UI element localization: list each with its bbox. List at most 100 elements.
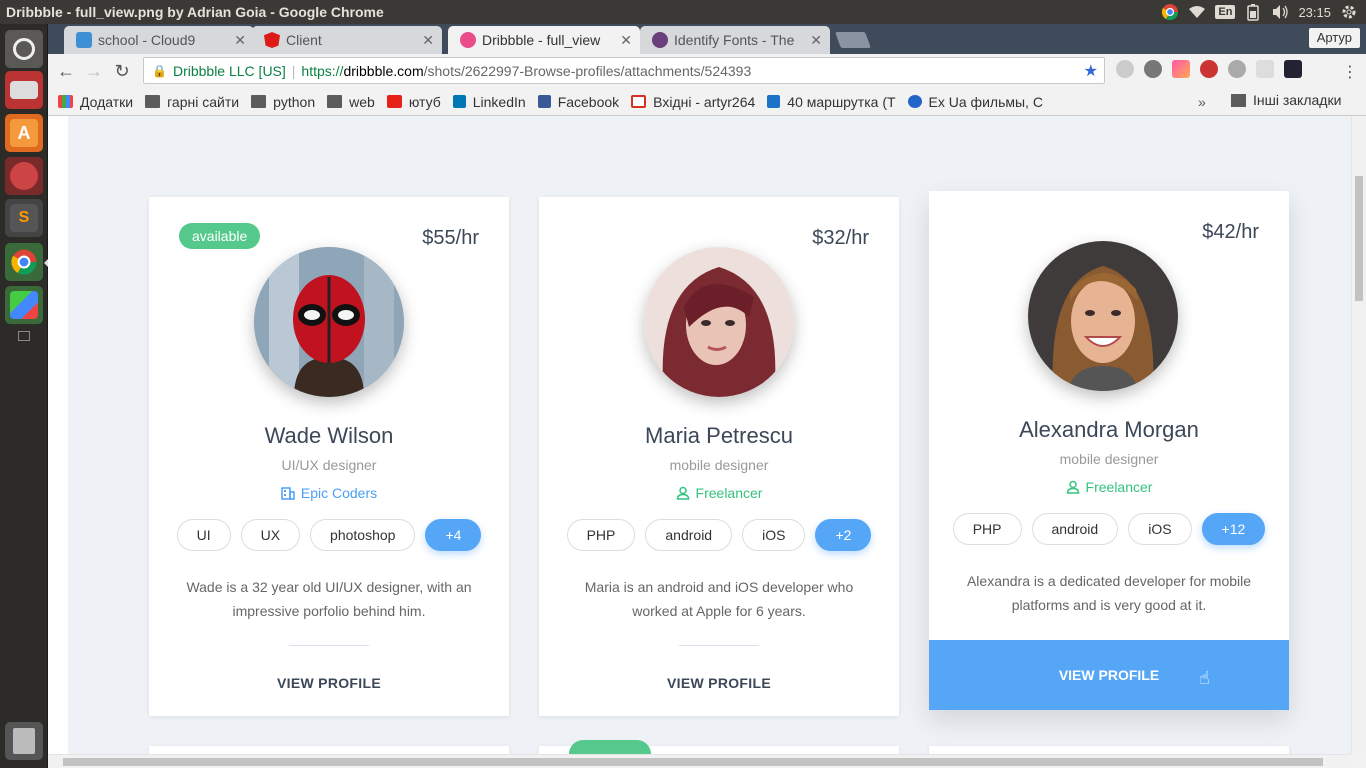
profile-button[interactable]: Артур	[1308, 28, 1360, 48]
system-settings-icon[interactable]	[5, 157, 43, 195]
tab-close-icon[interactable]: ✕	[234, 32, 246, 49]
wifi-icon[interactable]	[1188, 3, 1206, 21]
bookmark-marshrutka[interactable]: 40 маршрутка (Т	[767, 94, 896, 110]
skill-tag[interactable]: PHP	[952, 513, 1022, 545]
availability-badge: available	[179, 223, 261, 249]
address-bar[interactable]: 🔒 Dribbble LLC [US] | https:// dribbble.…	[143, 57, 1105, 84]
view-profile-button[interactable]: VIEW PROFILE	[539, 675, 899, 691]
e-icon	[767, 95, 781, 108]
chrome-tray-icon[interactable]	[1161, 3, 1179, 21]
scrollbar-thumb[interactable]	[1355, 176, 1363, 301]
skill-tag[interactable]: android	[645, 519, 733, 551]
bookmark-linkedin[interactable]: LinkedIn	[452, 94, 526, 110]
extension-refresh-icon[interactable]	[1256, 60, 1274, 78]
hourly-rate: $32/hr	[812, 227, 869, 249]
software-center-icon[interactable]: A	[5, 114, 43, 152]
extension-color-icon[interactable]	[1172, 60, 1190, 78]
other-bookmarks-folder[interactable]: Інші закладки	[1231, 92, 1341, 108]
tab-close-icon[interactable]: ✕	[422, 32, 434, 49]
volume-icon[interactable]	[1271, 3, 1289, 21]
card-divider	[679, 645, 759, 646]
keyboard-layout-indicator[interactable]: En	[1215, 5, 1236, 19]
tab-close-icon[interactable]: ✕	[810, 32, 822, 49]
profile-org[interactable]: Freelancer	[929, 479, 1289, 495]
skill-tag[interactable]: iOS	[742, 519, 806, 551]
adblock-icon[interactable]	[1200, 60, 1218, 78]
tab-dribbble[interactable]: Dribbble - full_view ✕	[448, 26, 640, 54]
bookmark-star-icon[interactable]: ★	[1084, 61, 1098, 81]
skill-tag[interactable]: UX	[240, 519, 301, 551]
app-launcher: A S	[0, 24, 48, 768]
linkedin-icon	[452, 95, 466, 108]
bookmark-folder[interactable]: гарні сайти	[145, 94, 239, 110]
bookmark-youtube[interactable]: ютуб	[386, 93, 441, 110]
browser-window: school - Cloud9 ✕ Client ✕ Dribbble - fu…	[48, 24, 1366, 768]
clock[interactable]: 23:15	[1298, 5, 1331, 20]
bookmark-label: web	[349, 93, 375, 110]
files-icon[interactable]	[5, 71, 43, 109]
page-left-margin	[48, 116, 68, 754]
horizontal-scrollbar[interactable]	[48, 754, 1351, 768]
profile-name: Maria Petrescu	[645, 423, 793, 448]
scrollbar-thumb[interactable]	[63, 758, 1323, 766]
workspace-switcher-icon[interactable]	[5, 326, 43, 346]
folder-icon	[251, 95, 267, 108]
sublime-text-icon[interactable]: S	[5, 199, 43, 237]
bookmark-folder[interactable]: python	[251, 94, 315, 110]
skill-tags: PHP android iOS +12	[929, 513, 1289, 545]
trash-icon[interactable]	[5, 722, 43, 760]
extension-gray-icon[interactable]	[1116, 60, 1134, 78]
profile-org[interactable]: Epic Coders	[149, 485, 509, 501]
battery-icon[interactable]	[1244, 3, 1262, 21]
bookmark-label: Вхідні - artyr264	[653, 93, 756, 110]
omnibox-separator: |	[291, 62, 296, 79]
back-button[interactable]: ←	[52, 57, 80, 85]
secure-site-label[interactable]: Dribbble LLC [US]	[173, 63, 286, 79]
tab-client[interactable]: Client ✕	[252, 26, 442, 54]
skill-tag[interactable]: UI	[176, 519, 231, 551]
avatar[interactable]	[644, 247, 794, 397]
bookmark-label: ютуб	[408, 93, 441, 110]
tab-label: Identify Fonts - The	[674, 32, 795, 48]
more-skills-button[interactable]: +12	[1201, 513, 1266, 545]
tab-cloud9[interactable]: school - Cloud9 ✕	[64, 26, 254, 54]
chrome-menu-icon[interactable]: ⋮	[1342, 62, 1358, 82]
settings-gear-icon[interactable]	[1340, 3, 1358, 21]
forward-button[interactable]: →	[80, 57, 108, 85]
vertical-scrollbar[interactable]	[1351, 116, 1366, 754]
bookmark-exua[interactable]: Ex Ua фильмы, С	[907, 94, 1043, 110]
bookmark-folder[interactable]: web	[327, 94, 375, 110]
more-skills-button[interactable]: +4	[425, 519, 482, 551]
profile-role: mobile designer	[669, 457, 769, 473]
profile-org[interactable]: Freelancer	[539, 485, 899, 501]
tab-close-icon[interactable]: ✕	[620, 32, 632, 49]
tab-strip: school - Cloud9 ✕ Client ✕ Dribbble - fu…	[48, 24, 1366, 54]
ubuntu-dash-icon[interactable]	[5, 30, 43, 68]
skill-tag[interactable]: iOS	[1128, 513, 1192, 545]
cube-app-icon[interactable]	[5, 286, 43, 324]
avatar[interactable]	[254, 247, 404, 397]
bookmark-facebook[interactable]: Facebook	[537, 94, 619, 110]
bookmarks-overflow-button[interactable]: »	[1198, 94, 1206, 110]
bookmark-apps[interactable]: Додатки	[58, 94, 133, 110]
avatar[interactable]	[1028, 241, 1178, 391]
view-profile-label: VIEW PROFILE	[1058, 667, 1160, 683]
chrome-launcher-icon[interactable]	[5, 243, 43, 281]
view-profile-button[interactable]: VIEW PROFILE	[149, 675, 509, 691]
more-skills-button[interactable]: +2	[815, 519, 872, 551]
reload-button[interactable]: ↻	[108, 57, 136, 85]
view-profile-button[interactable]: VIEW PROFILE ☝	[929, 640, 1289, 710]
bookmark-label: python	[273, 93, 316, 110]
profile-card: $42/hr Alexandra Morgan mobile designer …	[929, 191, 1289, 710]
tab-identify-fonts[interactable]: Identify Fonts - The ✕	[640, 26, 830, 54]
extension-gear-icon[interactable]	[1144, 60, 1162, 78]
bookmark-gmail[interactable]: Вхідні - artyr264	[631, 94, 755, 110]
new-tab-button[interactable]	[835, 32, 871, 48]
profile-description: Maria is an android and iOS developer wh…	[584, 579, 854, 619]
extension-dark-icon[interactable]	[1284, 60, 1302, 78]
skill-tag[interactable]: PHP	[566, 519, 636, 551]
skill-tag[interactable]: android	[1031, 513, 1119, 545]
skill-tag[interactable]: photoshop	[310, 519, 416, 551]
profile-role: mobile designer	[1059, 451, 1159, 467]
extension-at-icon[interactable]	[1228, 60, 1246, 78]
